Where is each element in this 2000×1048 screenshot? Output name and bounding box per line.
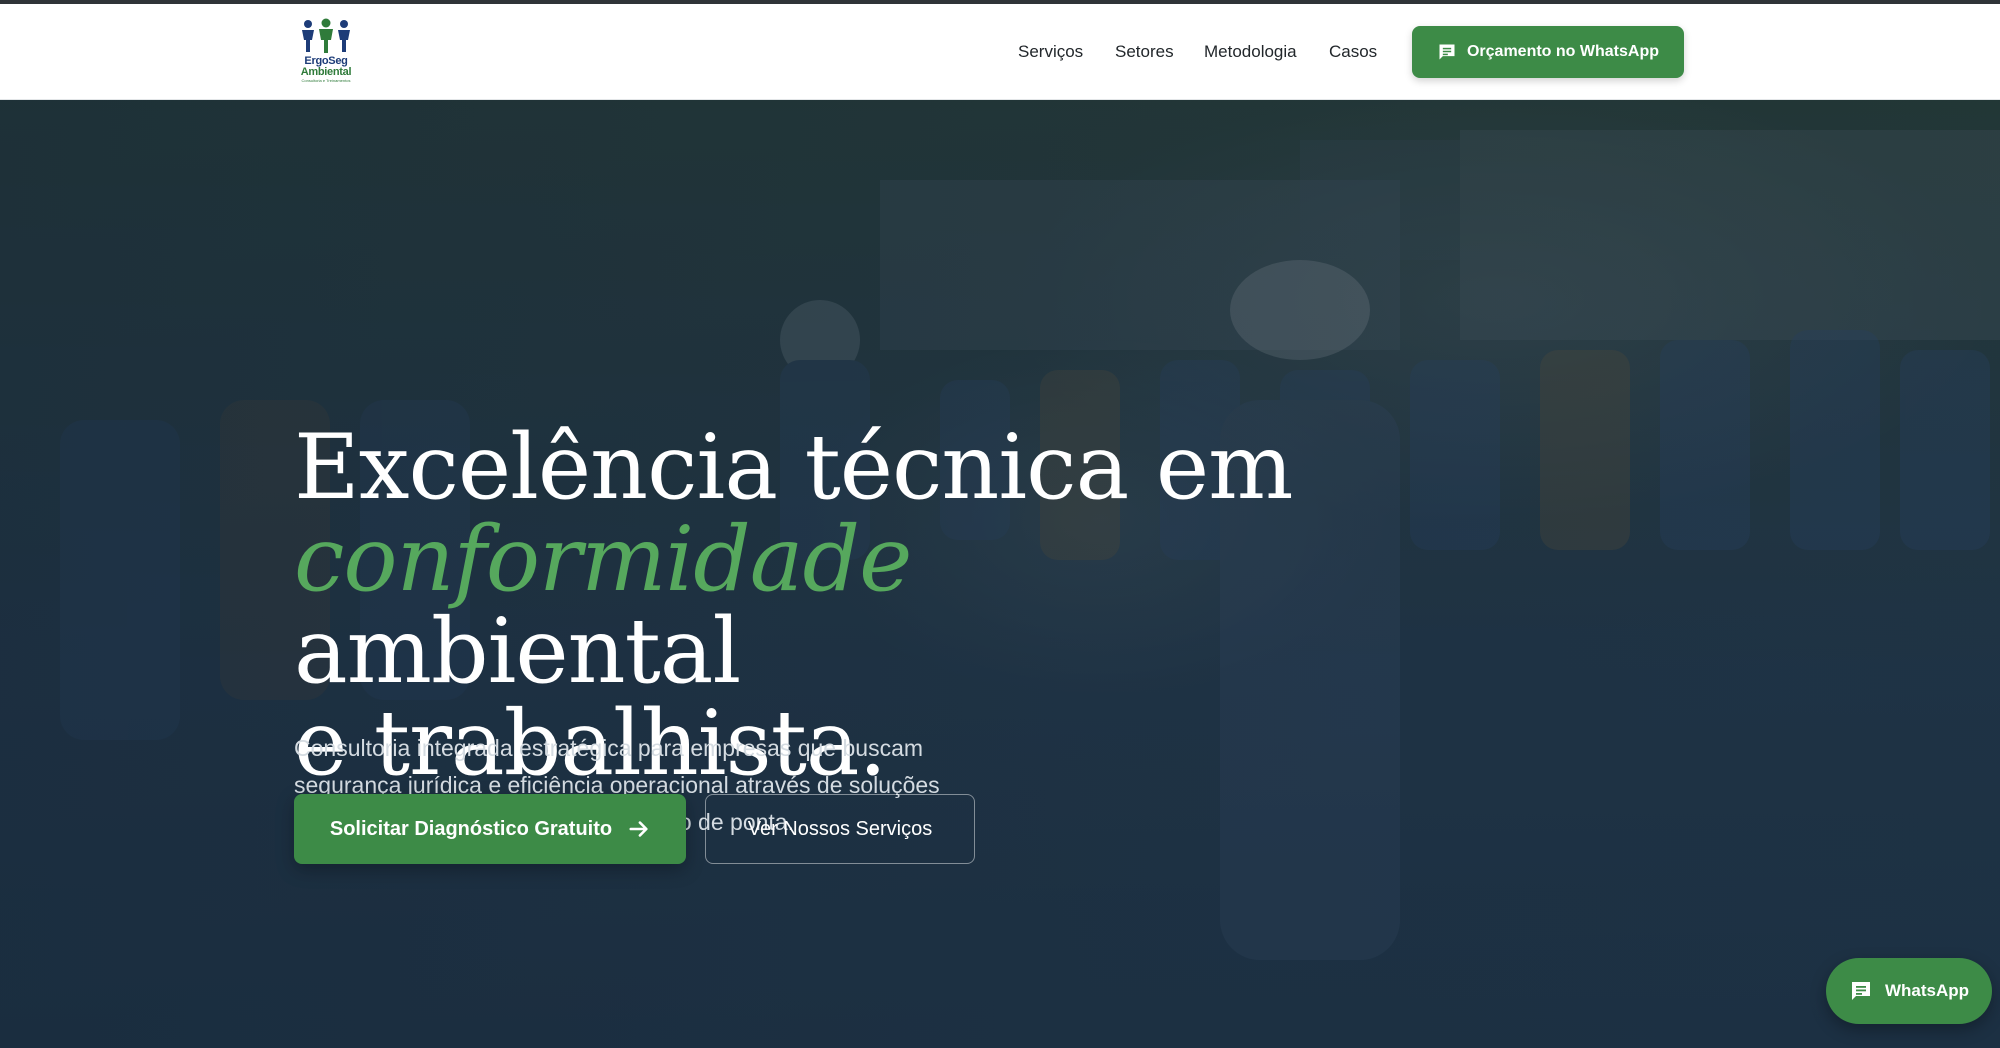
- nav-item-casos[interactable]: Casos: [1329, 42, 1377, 62]
- headline-accent: conformidade: [294, 507, 912, 612]
- logo-figures-icon: [302, 18, 350, 53]
- arrow-right-icon: [629, 821, 648, 837]
- floating-whatsapp-button[interactable]: WhatsApp: [1826, 958, 1992, 1024]
- nav-item-setores[interactable]: Setores: [1115, 42, 1174, 62]
- headline-line1: Excelência técnica em: [294, 415, 1293, 520]
- request-diagnosis-label: Solicitar Diagnóstico Gratuito: [329, 817, 613, 840]
- site-header: ErgoSeg Ambiental Consultoria e Treiname…: [0, 4, 2000, 100]
- logo-line2: Ambiental: [300, 66, 352, 78]
- whatsapp-quote-button[interactable]: Orçamento no WhatsApp: [1412, 26, 1684, 78]
- view-services-button[interactable]: Ver Nossos Serviços: [705, 794, 975, 864]
- view-services-label: Ver Nossos Serviços: [747, 817, 933, 840]
- logo[interactable]: ErgoSeg Ambiental Consultoria e Treiname…: [294, 18, 358, 86]
- floating-whatsapp-label: WhatsApp: [1884, 981, 1970, 1000]
- logo-wordmark: ErgoSeg Ambiental Consultoria e Treiname…: [294, 56, 358, 84]
- hero-section: Excelência técnica em conformidade ambie…: [0, 100, 2000, 1048]
- logo-tagline: Consultoria e Treinamentos: [301, 78, 351, 83]
- nav-item-servicos[interactable]: Serviços: [1018, 42, 1083, 62]
- headline-line2: ambiental: [294, 599, 741, 704]
- nav-item-metodologia[interactable]: Metodologia: [1204, 42, 1297, 62]
- whatsapp-quote-label: Orçamento no WhatsApp: [1466, 43, 1659, 60]
- chat-icon: [1439, 44, 1455, 60]
- request-diagnosis-button[interactable]: Solicitar Diagnóstico Gratuito: [294, 794, 686, 864]
- chat-icon: [1851, 982, 1870, 1000]
